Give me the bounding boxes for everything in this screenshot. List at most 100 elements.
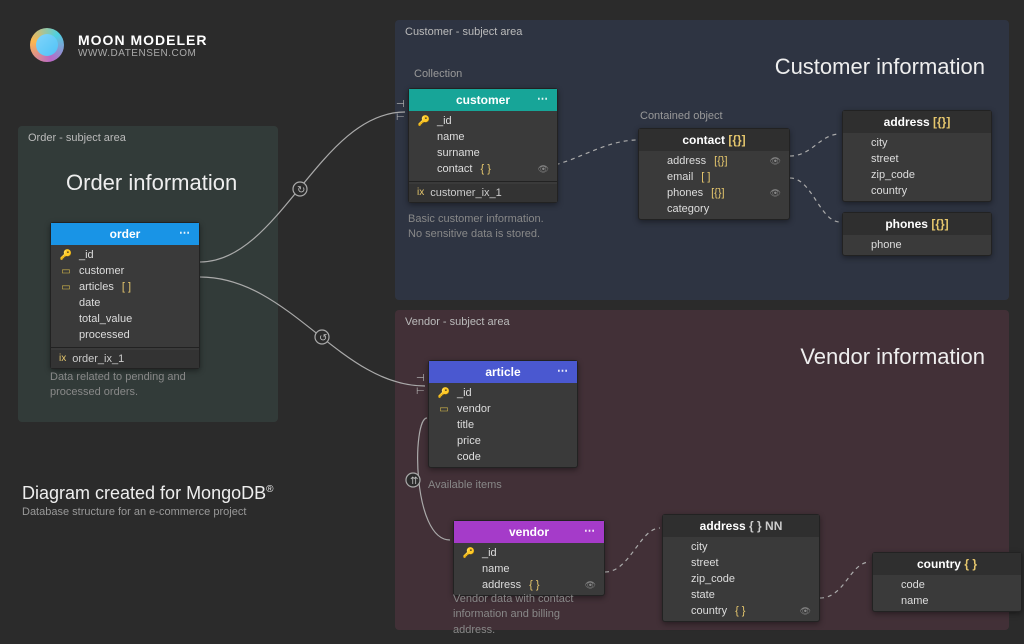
entity-header[interactable]: country { }	[873, 553, 1021, 575]
entity-header[interactable]: address [{}]	[843, 111, 991, 133]
key-icon: 🔑	[437, 388, 451, 399]
brand-header: MOON MODELER WWW.DATENSEN.COM	[30, 28, 207, 62]
entity-country[interactable]: country { } code name	[872, 552, 1022, 612]
field-row[interactable]: country{ }👁	[663, 603, 819, 619]
entity-address-customer[interactable]: address [{}] city street zip_codecountry	[842, 110, 992, 202]
entity-order[interactable]: order ⋯ 🔑_id▭customer▭ articles [ ] date tot…	[50, 222, 200, 369]
field-row[interactable]: category	[639, 201, 789, 217]
entity-name: vendor	[509, 525, 549, 539]
field-row[interactable]: price	[429, 433, 577, 449]
field-row[interactable]: surname	[409, 145, 557, 161]
field-name: phones	[667, 187, 703, 199]
field-name: vendor	[457, 403, 491, 415]
field-name: total_value	[79, 313, 132, 325]
ref-icon: ▭	[437, 404, 451, 415]
diagram-footer: Diagram created for MongoDB® Database st…	[22, 483, 273, 518]
field-row[interactable]: ▭articles[ ]	[51, 279, 199, 295]
field-row[interactable]: name	[409, 129, 557, 145]
entity-header[interactable]: order ⋯	[51, 223, 199, 245]
entity-header[interactable]: vendor ⋯	[454, 521, 604, 543]
field-row[interactable]: city	[663, 539, 819, 555]
field-type-suffix: [ ]	[122, 281, 131, 293]
field-row[interactable]: processed	[51, 327, 199, 343]
field-name: name	[901, 595, 929, 607]
field-name: zip_code	[871, 169, 915, 181]
entity-vendor[interactable]: vendor ⋯ 🔑_idname address { } 👁	[453, 520, 605, 596]
field-row[interactable]: country	[843, 183, 991, 199]
logo-icon	[30, 28, 64, 62]
field-type-suffix: { }	[529, 579, 539, 591]
more-icon[interactable]: ⋯	[179, 226, 191, 239]
field-row[interactable]: address { } 👁	[454, 577, 604, 593]
entity-address-vendor[interactable]: address { } NN citystreetzip_codestateco…	[662, 514, 820, 622]
brand-subtitle: WWW.DATENSEN.COM	[78, 48, 207, 59]
field-row[interactable]: 🔑_id	[51, 247, 199, 263]
entity-phones[interactable]: phones [{}] phone	[842, 212, 992, 256]
entity-header[interactable]: article ⋯	[429, 361, 577, 383]
field-row[interactable]: 🔑_id	[429, 385, 577, 401]
field-name: address	[482, 579, 521, 591]
field-row[interactable]: phones[{}]👁	[639, 185, 789, 201]
field-row[interactable]: date	[51, 295, 199, 311]
brand-title: MOON MODELER	[78, 32, 207, 48]
entity-header[interactable]: phones [{}]	[843, 213, 991, 235]
visibility-icon[interactable]: 👁	[770, 156, 781, 167]
field-name: _id	[482, 547, 497, 559]
entity-name: address	[884, 115, 930, 129]
entity-article[interactable]: article ⋯ 🔑_id ▭ vendor titleprice code	[428, 360, 578, 468]
entity-header[interactable]: customer ⋯	[409, 89, 557, 111]
field-row[interactable]: phone	[843, 237, 991, 253]
field-name: date	[79, 297, 100, 309]
field-name: city	[871, 137, 888, 149]
field-name: contact	[437, 163, 472, 175]
visibility-icon[interactable]: 👁	[800, 606, 811, 617]
field-name: articles	[79, 281, 114, 293]
entity-name: address	[700, 519, 746, 533]
field-name: name	[482, 563, 510, 575]
entity-header[interactable]: address { } NN	[663, 515, 819, 537]
field-row[interactable]: title	[429, 417, 577, 433]
field-row[interactable]: name	[873, 593, 1021, 609]
field-name: name	[437, 131, 465, 143]
field-row[interactable]: 🔑_id	[454, 545, 604, 561]
field-row[interactable]: ▭ vendor	[429, 401, 577, 417]
footer-subtitle: Database structure for an e-commerce pro…	[22, 506, 273, 518]
field-row[interactable]: code	[429, 449, 577, 465]
entity-caption: Vendor data with contact information and…	[453, 592, 573, 638]
field-name: _id	[79, 249, 94, 261]
visibility-icon[interactable]: 👁	[585, 580, 596, 591]
more-icon[interactable]: ⋯	[537, 92, 549, 105]
more-icon[interactable]: ⋯	[557, 364, 569, 377]
field-row[interactable]: name	[454, 561, 604, 577]
field-row[interactable]: address[{}]👁	[639, 153, 789, 169]
key-icon: 🔑	[417, 116, 431, 127]
field-row[interactable]: contact { } 👁	[409, 161, 557, 177]
field-name: zip_code	[691, 573, 735, 585]
field-row[interactable]: zip_code	[843, 167, 991, 183]
field-name: processed	[79, 329, 130, 341]
field-row[interactable]: zip_code	[663, 571, 819, 587]
entity-header[interactable]: contact [{}]	[639, 129, 789, 151]
visibility-icon[interactable]: 👁	[770, 188, 781, 199]
field-name: street	[871, 153, 899, 165]
area-label: Vendor - subject area	[405, 316, 510, 328]
field-row[interactable]: total_value	[51, 311, 199, 327]
ref-icon: ▭	[59, 266, 73, 277]
field-row[interactable]: street	[663, 555, 819, 571]
field-row[interactable]: street	[843, 151, 991, 167]
field-row[interactable]: state	[663, 587, 819, 603]
field-name: code	[457, 451, 481, 463]
visibility-icon[interactable]: 👁	[538, 164, 549, 175]
more-icon[interactable]: ⋯	[584, 524, 596, 537]
field-type-suffix: { }	[480, 163, 490, 175]
field-row[interactable]: code	[873, 577, 1021, 593]
entity-customer[interactable]: customer ⋯ 🔑_idnamesurnamecontact{ }👁 ix…	[408, 88, 558, 203]
entity-contact[interactable]: contact [{}] address[{}]👁email[ ]phones[…	[638, 128, 790, 220]
field-row[interactable]: ▭customer	[51, 263, 199, 279]
field-name: country	[691, 605, 727, 617]
field-row[interactable]: email[ ]	[639, 169, 789, 185]
field-row[interactable]: city	[843, 135, 991, 151]
field-row[interactable]: 🔑_id	[409, 113, 557, 129]
field-name: category	[667, 203, 709, 215]
svg-text:↺: ↺	[319, 333, 327, 344]
